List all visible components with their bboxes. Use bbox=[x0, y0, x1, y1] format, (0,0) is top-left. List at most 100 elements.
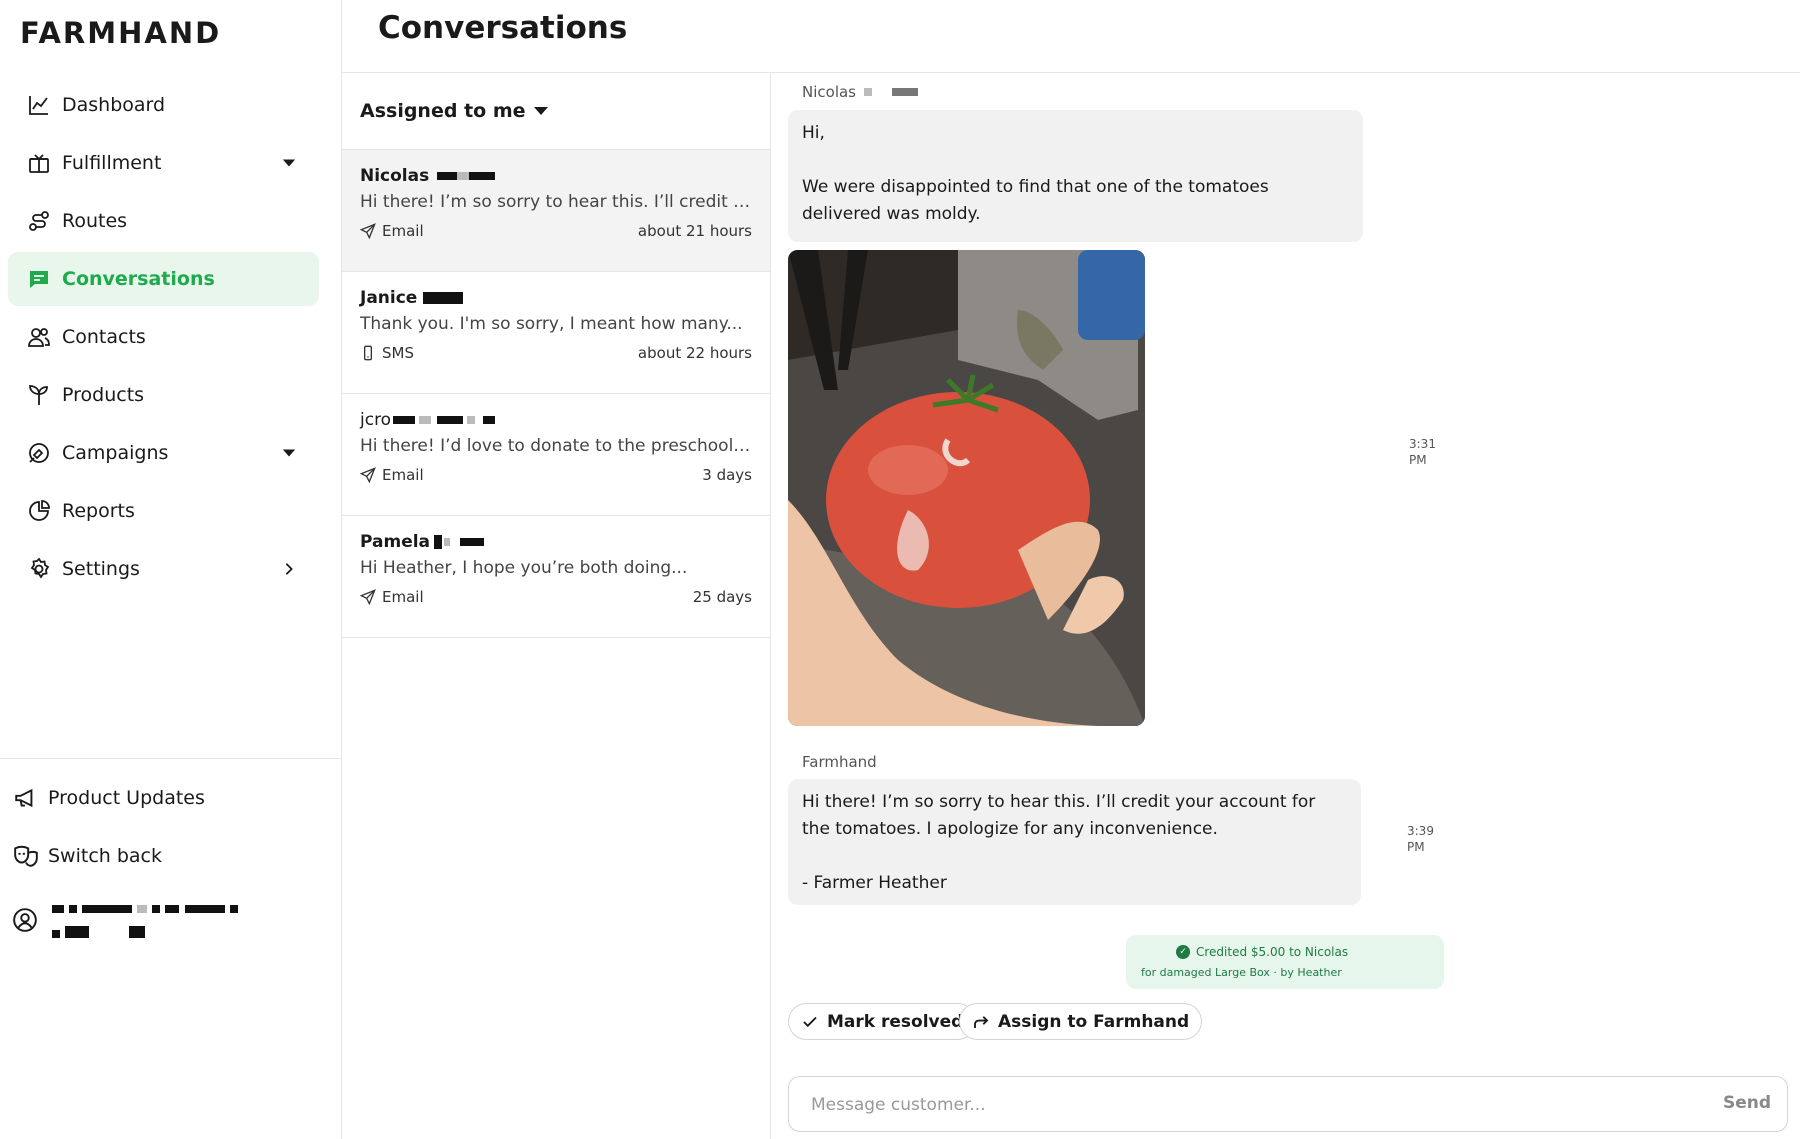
check-icon bbox=[803, 1016, 817, 1027]
sidebar-item-label: Settings bbox=[62, 558, 140, 580]
message-preview: Hi Heather, I hope you’re both doing... bbox=[360, 558, 688, 578]
channel-label: SMS bbox=[382, 344, 414, 362]
message-text: Hi there! I’m so sorry to hear this. I’l… bbox=[802, 792, 1316, 839]
sidebar-item-fulfillment[interactable]: Fulfillment bbox=[8, 136, 319, 190]
sidebar-item-label: Products bbox=[62, 384, 145, 406]
switch-back-link[interactable]: Switch back bbox=[0, 827, 342, 885]
message-timestamp: 3:39 PM bbox=[1407, 823, 1434, 855]
filter-label: Assigned to me bbox=[360, 100, 526, 122]
farm-reply-bubble: Hi there! I’m so sorry to hear this. I’l… bbox=[788, 779, 1361, 905]
sidebar-item-campaigns[interactable]: Campaigns bbox=[8, 426, 319, 480]
caret-down-icon bbox=[533, 107, 548, 115]
moldy-tomato-photo[interactable] bbox=[788, 250, 1145, 726]
message-composer: Send bbox=[788, 1076, 1788, 1132]
sidebar-item-dashboard[interactable]: Dashboard bbox=[8, 78, 319, 132]
send-icon bbox=[360, 467, 376, 483]
send-icon bbox=[360, 223, 376, 239]
chart-line-icon bbox=[26, 92, 52, 118]
sidebar-item-label: Contacts bbox=[62, 326, 146, 348]
conversation-list: Assigned to me Nicolas Hi there! I’m so … bbox=[342, 73, 771, 1139]
send-button[interactable]: Send bbox=[1723, 1093, 1771, 1113]
contact-name: Janice bbox=[360, 288, 418, 308]
sidebar-item-routes[interactable]: Routes bbox=[8, 194, 319, 248]
sidebar-item-label: Reports bbox=[62, 500, 135, 522]
conversation-item[interactable]: Janice Thank you. I'm so sorry, I meant … bbox=[342, 272, 770, 394]
account-name-redacted bbox=[52, 898, 238, 942]
credit-notice: ✓ Credited $5.00 to Nicolas for damaged L… bbox=[1126, 935, 1444, 989]
message-preview: Hi there! I’d love to donate to the pres… bbox=[360, 436, 753, 456]
conversation-time: 3 days bbox=[702, 466, 752, 484]
mark-resolved-label: Mark resolved bbox=[827, 1011, 964, 1032]
product-updates-label: Product Updates bbox=[48, 787, 205, 809]
message-icon bbox=[26, 266, 52, 292]
sidebar-item-reports[interactable]: Reports bbox=[8, 484, 319, 538]
message-input[interactable] bbox=[811, 1091, 1651, 1119]
sidebar-item-label: Dashboard bbox=[62, 94, 166, 116]
app-logo: FARMHAND bbox=[20, 16, 222, 50]
timestamp-time: 3:31 bbox=[1409, 437, 1436, 451]
conversation-thread: Nicolas Hi, We were disappointed to find… bbox=[771, 73, 1800, 1139]
megaphone-swirl-icon bbox=[26, 440, 52, 466]
message-text: Hi, bbox=[802, 123, 825, 143]
sidebar-item-products[interactable]: Products bbox=[8, 368, 319, 422]
box-icon bbox=[26, 150, 52, 176]
contact-name: jcro bbox=[360, 410, 392, 430]
conversation-item[interactable]: jcro Hi there! I’d love to donate to the… bbox=[342, 394, 770, 516]
credit-text: Credited $5.00 to Nicolas bbox=[1196, 945, 1349, 959]
conversation-time: 25 days bbox=[692, 588, 752, 606]
sidebar-bottom: Product Updates Switch back bbox=[0, 758, 342, 885]
send-icon bbox=[360, 589, 376, 605]
credit-detail: for damaged Large Box · by Heather bbox=[1141, 966, 1342, 979]
customer-message-bubble: Hi, We were disappointed to find that on… bbox=[788, 110, 1363, 242]
channel-label: Email bbox=[382, 222, 424, 240]
message-text: We were disappointed to find that one of… bbox=[802, 177, 1269, 224]
sidebar-item-conversations[interactable]: Conversations bbox=[8, 252, 319, 306]
conversation-item[interactable]: Pamela Hi Heather, I hope you’re both do… bbox=[342, 516, 770, 638]
sidebar-item-settings[interactable]: Settings bbox=[8, 542, 319, 596]
customer-sender: Nicolas bbox=[802, 83, 918, 101]
assign-label: Assign to Farmhand bbox=[998, 1011, 1190, 1032]
masks-icon bbox=[12, 842, 40, 870]
product-updates-link[interactable]: Product Updates bbox=[0, 769, 342, 827]
sidebar: FARMHAND Dashboard Fulfillment Routes Co… bbox=[0, 0, 342, 1139]
message-text: - Farmer Heather bbox=[802, 873, 947, 893]
conversation-time: about 21 hours bbox=[637, 222, 752, 240]
phone-icon bbox=[364, 345, 372, 361]
page-title: Conversations bbox=[378, 10, 628, 46]
message-preview: Hi there! I’m so sorry to hear this. I’l… bbox=[360, 192, 753, 212]
timestamp-ampm: PM bbox=[1409, 453, 1427, 467]
switch-back-label: Switch back bbox=[48, 845, 163, 867]
conversation-time: about 22 hours bbox=[637, 344, 752, 362]
channel-label: Email bbox=[382, 588, 424, 606]
sender-name: Nicolas bbox=[802, 83, 856, 101]
route-icon bbox=[26, 208, 52, 234]
sidebar-nav: Dashboard Fulfillment Routes Conversatio… bbox=[8, 78, 319, 600]
conversation-item[interactable]: Nicolas Hi there! I’m so sorry to hear t… bbox=[342, 150, 770, 272]
sidebar-item-label: Conversations bbox=[62, 268, 215, 290]
tomato-image bbox=[788, 250, 1145, 726]
timestamp-ampm: PM bbox=[1407, 840, 1425, 854]
forward-arrow-icon bbox=[974, 1015, 989, 1028]
gear-icon bbox=[26, 556, 52, 582]
message-timestamp: 3:31 PM bbox=[1409, 436, 1436, 468]
caret-down-icon[interactable] bbox=[281, 445, 297, 461]
sidebar-item-label: Campaigns bbox=[62, 442, 169, 464]
sidebar-item-label: Routes bbox=[62, 210, 128, 232]
sidebar-item-contacts[interactable]: Contacts bbox=[8, 310, 319, 364]
megaphone-icon bbox=[12, 784, 40, 812]
timestamp-time: 3:39 bbox=[1407, 824, 1434, 838]
contact-name: Nicolas bbox=[360, 166, 430, 186]
sidebar-item-label: Fulfillment bbox=[62, 152, 162, 174]
message-preview: Thank you. I'm so sorry, I meant how man… bbox=[360, 314, 743, 334]
assignment-filter-dropdown[interactable]: Assigned to me bbox=[342, 73, 770, 150]
assign-button[interactable]: Assign to Farmhand bbox=[959, 1003, 1203, 1040]
chevron-right-icon[interactable] bbox=[281, 561, 297, 577]
sprout-icon bbox=[26, 382, 52, 408]
check-circle-icon: ✓ bbox=[1176, 945, 1190, 959]
contact-name: Pamela bbox=[360, 532, 431, 552]
users-icon bbox=[26, 324, 52, 350]
account-menu[interactable] bbox=[12, 898, 238, 942]
user-circle-icon bbox=[12, 907, 38, 933]
mark-resolved-button[interactable]: Mark resolved bbox=[788, 1003, 977, 1040]
caret-down-icon[interactable] bbox=[281, 155, 297, 171]
